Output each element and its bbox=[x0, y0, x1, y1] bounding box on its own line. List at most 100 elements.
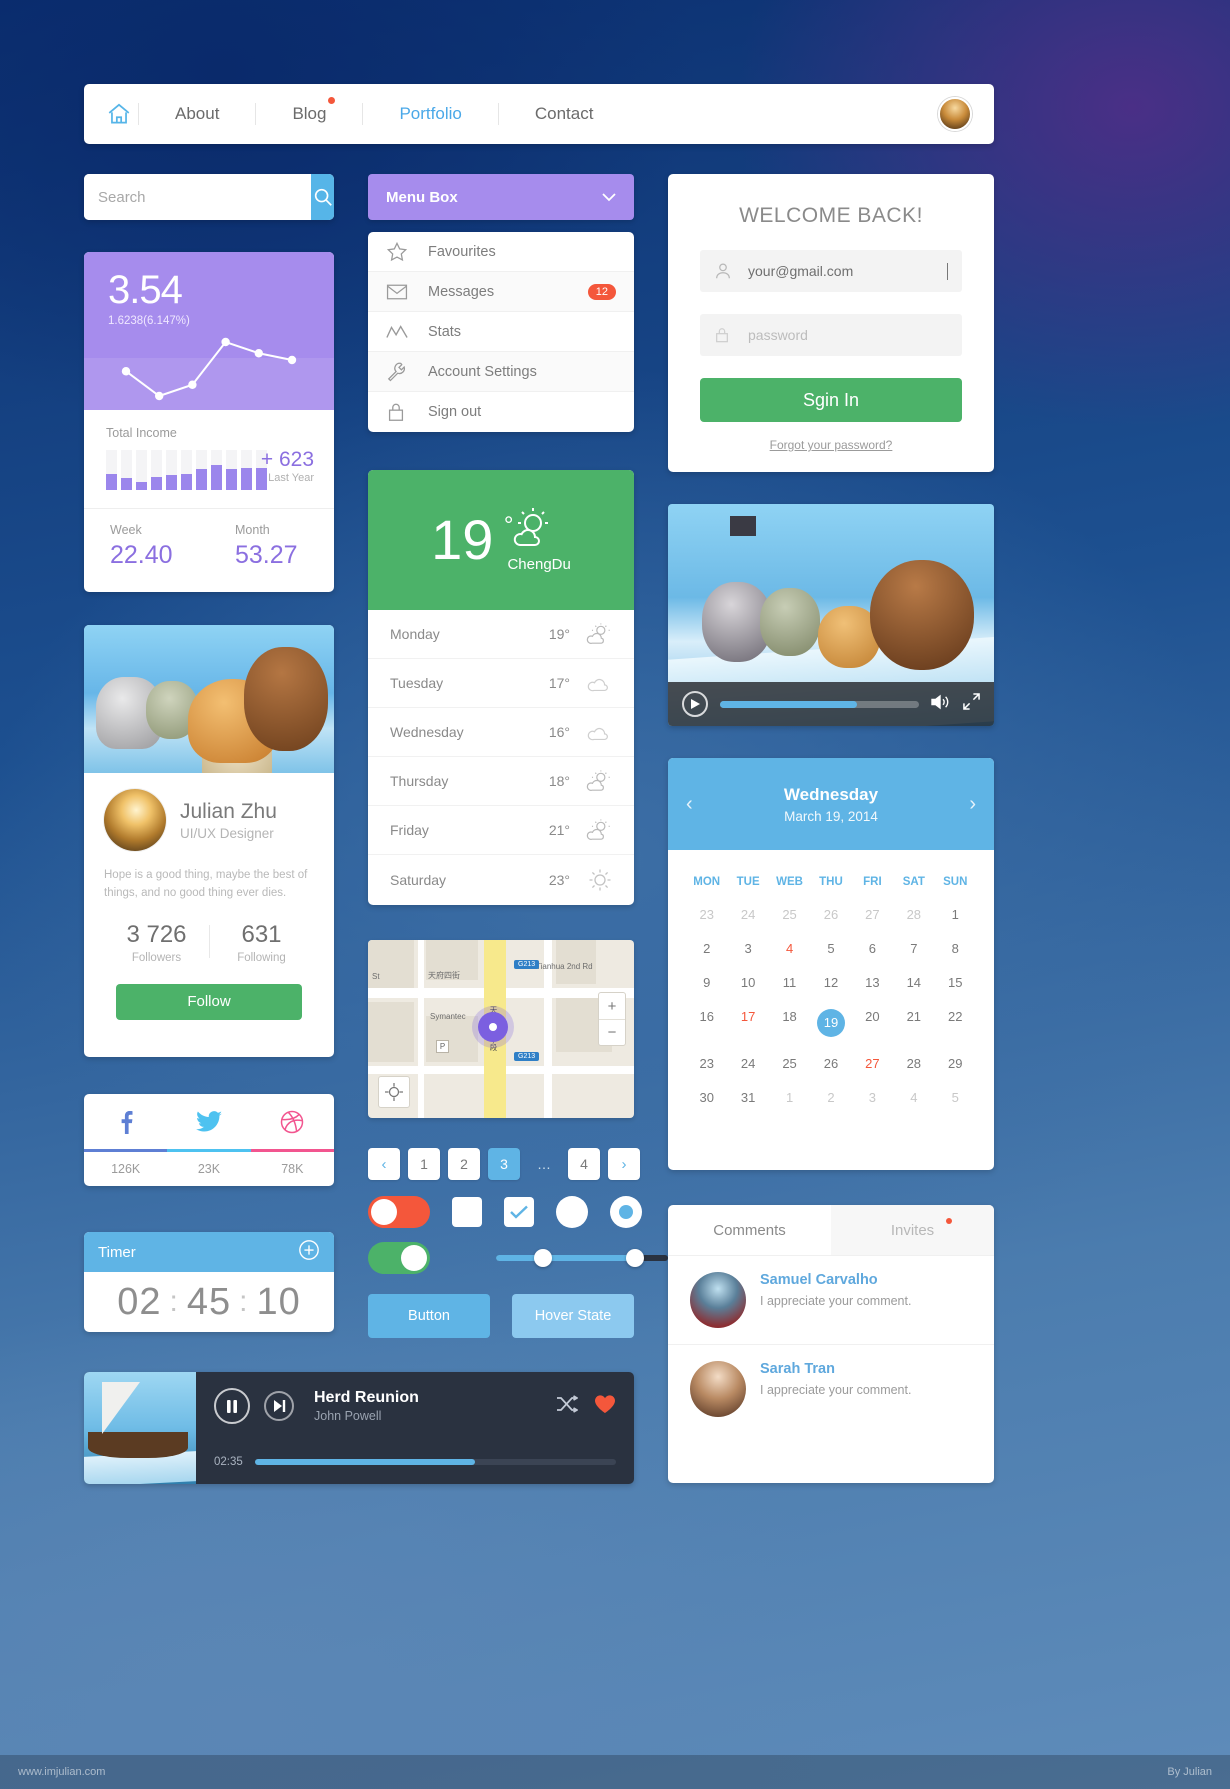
favorite-button[interactable] bbox=[594, 1394, 616, 1419]
calendar-day-cell[interactable]: 2 bbox=[810, 1081, 851, 1115]
map-zoom-out-button[interactable]: − bbox=[599, 1019, 625, 1045]
calendar-day-cell[interactable]: 23 bbox=[686, 1047, 727, 1081]
radio-selected[interactable] bbox=[610, 1196, 642, 1228]
calendar-day-cell[interactable]: 13 bbox=[852, 966, 893, 1000]
pagination-page-4[interactable]: 4 bbox=[568, 1148, 600, 1180]
calendar-day-cell[interactable]: 7 bbox=[893, 932, 934, 966]
calendar-day-cell[interactable]: 14 bbox=[893, 966, 934, 1000]
calendar-day-cell[interactable]: 9 bbox=[686, 966, 727, 1000]
radio-unselected[interactable] bbox=[556, 1196, 588, 1228]
facebook-link[interactable] bbox=[84, 1110, 167, 1134]
next-button[interactable] bbox=[264, 1391, 294, 1421]
normal-button[interactable]: Button bbox=[368, 1294, 490, 1338]
calendar-day-cell[interactable]: 3 bbox=[852, 1081, 893, 1115]
followers-stat[interactable]: 3 726 Followers bbox=[104, 921, 209, 964]
home-icon[interactable] bbox=[106, 101, 132, 127]
calendar-day-cell[interactable]: 16 bbox=[686, 1000, 727, 1047]
calendar-day-cell[interactable]: 26 bbox=[810, 1047, 851, 1081]
nav-link-portfolio[interactable]: Portfolio bbox=[369, 104, 491, 124]
menu-box-button[interactable]: Menu Box bbox=[368, 174, 634, 220]
calendar-day-cell[interactable]: 29 bbox=[935, 1047, 976, 1081]
calendar-day-cell[interactable]: 27 bbox=[852, 1047, 893, 1081]
comment-author[interactable]: Sarah Tran bbox=[760, 1361, 911, 1377]
calendar-prev-button[interactable]: ‹ bbox=[686, 793, 708, 816]
calendar-day-cell[interactable]: 20 bbox=[852, 1000, 893, 1047]
password-field[interactable] bbox=[700, 314, 962, 356]
following-stat[interactable]: 631 Following bbox=[209, 921, 314, 964]
video-volume-button[interactable] bbox=[931, 694, 951, 715]
menu-item-favourites[interactable]: Favourites bbox=[368, 232, 634, 272]
calendar-day-cell[interactable]: 28 bbox=[893, 1047, 934, 1081]
calendar-day-cell[interactable]: 6 bbox=[852, 932, 893, 966]
checkbox-unchecked[interactable] bbox=[452, 1197, 482, 1227]
email-field[interactable] bbox=[700, 250, 962, 292]
search-button[interactable] bbox=[311, 174, 334, 220]
slider-knob-left[interactable] bbox=[534, 1249, 552, 1267]
avatar[interactable] bbox=[938, 97, 972, 131]
pagination-page-3[interactable]: 3 bbox=[488, 1148, 520, 1180]
plus-circle-icon[interactable] bbox=[298, 1239, 320, 1265]
map-locate-button[interactable] bbox=[378, 1076, 410, 1108]
pagination-next[interactable]: › bbox=[608, 1148, 640, 1180]
calendar-day-cell[interactable]: 4 bbox=[893, 1081, 934, 1115]
calendar-day-cell[interactable]: 27 bbox=[852, 898, 893, 932]
calendar-day-cell[interactable]: 31 bbox=[727, 1081, 768, 1115]
calendar-day-cell[interactable]: 12 bbox=[810, 966, 851, 1000]
calendar-day-cell[interactable]: 23 bbox=[686, 898, 727, 932]
range-slider[interactable] bbox=[496, 1249, 668, 1267]
track-progress-bar[interactable] bbox=[254, 1459, 616, 1465]
pause-button[interactable] bbox=[214, 1388, 250, 1424]
calendar-day-cell[interactable]: 28 bbox=[893, 898, 934, 932]
slider-knob-right[interactable] bbox=[626, 1249, 644, 1267]
hover-state-button[interactable]: Hover State bbox=[512, 1294, 634, 1338]
toggle-switch-red[interactable] bbox=[368, 1196, 430, 1228]
calendar-day-cell[interactable]: 11 bbox=[769, 966, 810, 1000]
map-zoom-in-button[interactable]: + bbox=[599, 993, 625, 1019]
shuffle-button[interactable] bbox=[556, 1394, 579, 1418]
map-widget[interactable]: St 天府四街 Tianhua 2nd Rd Symantec 天府大道中段 G… bbox=[368, 940, 634, 1118]
video-play-button[interactable] bbox=[682, 691, 708, 717]
calendar-day-cell[interactable]: 15 bbox=[935, 966, 976, 1000]
calendar-day-cell[interactable]: 1 bbox=[935, 898, 976, 932]
calendar-day-cell[interactable]: 5 bbox=[935, 1081, 976, 1115]
calendar-day-cell[interactable]: 2 bbox=[686, 932, 727, 966]
calendar-day-cell[interactable]: 3 bbox=[727, 932, 768, 966]
calendar-day-cell[interactable]: 22 bbox=[935, 1000, 976, 1047]
tab-comments[interactable]: Comments bbox=[668, 1205, 831, 1255]
calendar-day-cell[interactable]: 1 bbox=[769, 1081, 810, 1115]
menu-item-stats[interactable]: Stats bbox=[368, 312, 634, 352]
nav-link-blog[interactable]: Blog bbox=[262, 97, 356, 124]
calendar-day-cell[interactable]: 8 bbox=[935, 932, 976, 966]
dribbble-link[interactable] bbox=[251, 1110, 334, 1134]
calendar-day-cell[interactable]: 19 bbox=[810, 1000, 851, 1047]
calendar-day-cell[interactable]: 21 bbox=[893, 1000, 934, 1047]
comment-author[interactable]: Samuel Carvalho bbox=[760, 1272, 911, 1288]
tab-invites[interactable]: Invites bbox=[831, 1205, 994, 1255]
nav-link-about[interactable]: About bbox=[145, 104, 249, 124]
nav-link-contact[interactable]: Contact bbox=[505, 104, 624, 124]
calendar-next-button[interactable]: › bbox=[954, 793, 976, 816]
menu-item-messages[interactable]: Messages 12 bbox=[368, 272, 634, 312]
calendar-day-cell[interactable]: 26 bbox=[810, 898, 851, 932]
toggle-switch-green[interactable] bbox=[368, 1242, 430, 1274]
search-input[interactable] bbox=[84, 174, 311, 220]
pagination-page-1[interactable]: 1 bbox=[408, 1148, 440, 1180]
calendar-day-cell[interactable]: 30 bbox=[686, 1081, 727, 1115]
video-progress-bar[interactable] bbox=[720, 700, 919, 708]
calendar-day-cell[interactable]: 4 bbox=[769, 932, 810, 966]
menu-item-sign-out[interactable]: Sign out bbox=[368, 392, 634, 432]
follow-button[interactable]: Follow bbox=[116, 983, 302, 1020]
email-input[interactable] bbox=[748, 263, 947, 279]
forgot-password-link[interactable]: Forgot your password? bbox=[700, 438, 962, 452]
calendar-day-cell[interactable]: 18 bbox=[769, 1000, 810, 1047]
calendar-day-cell[interactable]: 25 bbox=[769, 898, 810, 932]
calendar-day-cell[interactable]: 17 bbox=[727, 1000, 768, 1047]
sign-in-button[interactable]: Sgin In bbox=[700, 378, 962, 422]
password-input[interactable] bbox=[748, 327, 948, 343]
pagination-prev[interactable]: ‹ bbox=[368, 1148, 400, 1180]
video-fullscreen-button[interactable] bbox=[963, 693, 980, 715]
calendar-day-cell[interactable]: 25 bbox=[769, 1047, 810, 1081]
checkbox-checked[interactable] bbox=[504, 1197, 534, 1227]
calendar-day-cell[interactable]: 5 bbox=[810, 932, 851, 966]
menu-item-account-settings[interactable]: Account Settings bbox=[368, 352, 634, 392]
